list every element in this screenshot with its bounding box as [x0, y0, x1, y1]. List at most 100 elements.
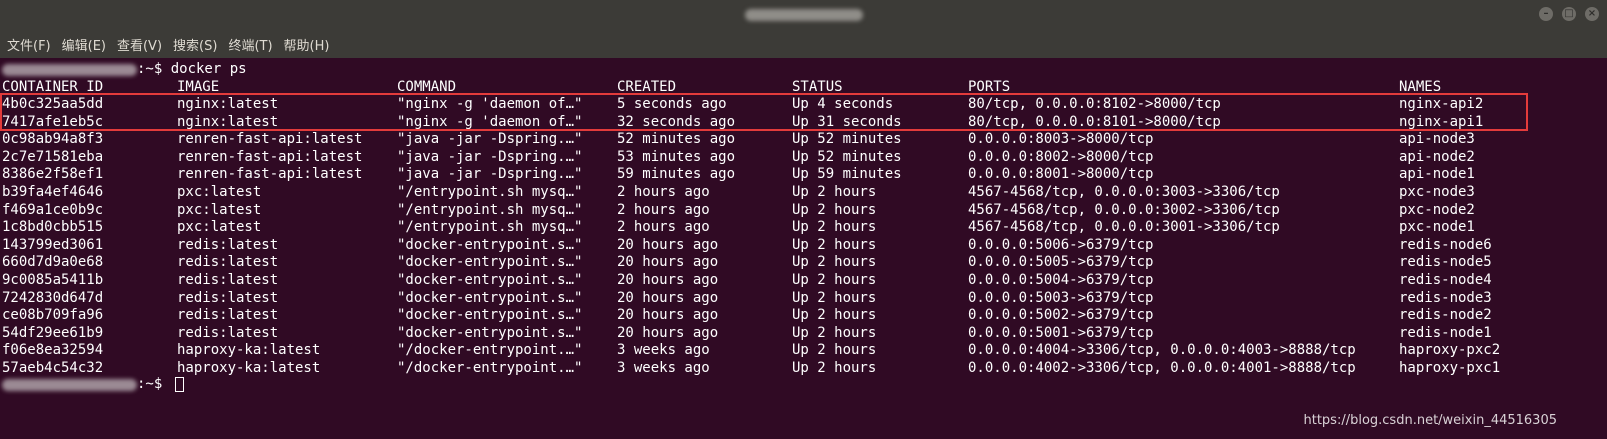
cell-created: 53 minutes ago — [617, 148, 736, 165]
cell-container-id: f06e8ea32594 — [2, 342, 104, 359]
menu-terminal[interactable]: 终端(T) — [228, 35, 272, 54]
menu-file[interactable]: 文件(F) — [7, 35, 51, 54]
cell-command: "docker-entrypoint.s…" — [397, 236, 583, 253]
table-row: 54df29ee61b9 redis:latest "docker-entrypoi… — [0, 325, 1607, 342]
cell-created: 20 hours ago — [617, 324, 719, 341]
cell-names: redis-node4 — [1399, 272, 1492, 288]
command-line: :~$ docker ps — [0, 61, 1607, 78]
prompt-suffix: :~$ — [137, 376, 171, 392]
menu-help[interactable]: 帮助(H) — [284, 35, 330, 54]
cell-status: Up 2 hours — [792, 307, 877, 324]
cell-names: pxc-node2 — [1399, 201, 1475, 218]
cell-container-id: 57aeb4c54c32 — [2, 360, 104, 376]
final-prompt-line: :~$ — [0, 376, 1607, 393]
menu-edit[interactable]: 编辑(E) — [62, 35, 106, 54]
table-row: 57aeb4c54c32 haproxy-ka:latest "/docker-en… — [0, 360, 1607, 377]
cell-command: "docker-entrypoint.s…" — [397, 307, 583, 324]
cell-names: redis-node6 — [1399, 236, 1492, 253]
cell-ports: 0.0.0.0:4004->3306/tcp, 0.0.0.0:4003->88… — [968, 342, 1356, 359]
cell-container-id: 0c98ab94a8f3 — [2, 131, 104, 148]
table-row: 9c0085a5411b redis:latest "docker-entrypoi… — [0, 272, 1607, 289]
table-row: b39fa4ef4646 pxc:latest "/entrypoint.sh my… — [0, 184, 1607, 201]
cell-container-id: 9c0085a5411b — [2, 272, 104, 288]
cell-created: 59 minutes ago — [617, 166, 736, 183]
cell-status: Up 2 hours — [792, 342, 877, 359]
cell-ports: 0.0.0.0:5002->6379/tcp — [968, 307, 1154, 324]
table-row: 1c8bd0cbb515 pxc:latest "/entrypoint.sh my… — [0, 219, 1607, 236]
cell-image: redis:latest — [177, 254, 279, 271]
window-titlebar[interactable]: – □ × — [0, 0, 1607, 30]
cell-created: 20 hours ago — [617, 236, 719, 253]
cell-container-id: 143799ed3061 — [2, 236, 104, 253]
menu-search[interactable]: 搜索(S) — [173, 35, 217, 54]
cell-status: Up 2 hours — [792, 184, 877, 200]
terminal-area[interactable]: :~$ docker ps CONTAINER ID IMAGE COMMAND… — [0, 58, 1607, 439]
table-row: 0c98ab94a8f3 renren-fast-api:latest "java … — [0, 131, 1607, 148]
cell-container-id: 8386e2f58ef1 — [2, 166, 104, 183]
cell-command: "/entrypoint.sh mysq…" — [397, 184, 583, 200]
text-cursor — [174, 377, 184, 392]
close-icon[interactable]: × — [1585, 7, 1599, 21]
cell-created: 20 hours ago — [617, 289, 719, 306]
cell-names: redis-node2 — [1399, 307, 1492, 324]
cell-names: pxc-node3 — [1399, 184, 1475, 200]
cell-container-id: 660d7d9a0e68 — [2, 254, 104, 271]
cell-status: Up 2 hours — [792, 289, 877, 306]
cell-created: 3 weeks ago — [617, 342, 710, 359]
cell-image: renren-fast-api:latest — [177, 131, 363, 148]
cell-names: pxc-node1 — [1399, 219, 1475, 236]
cell-status: Up 2 hours — [792, 219, 877, 236]
cell-created: 2 hours ago — [617, 184, 710, 200]
cell-status: Up 59 minutes — [792, 166, 902, 183]
cell-status: Up 52 minutes — [792, 148, 902, 165]
cell-image: redis:latest — [177, 324, 279, 341]
command-text: docker ps — [170, 61, 247, 77]
window-title-redacted — [744, 9, 863, 21]
cell-image: redis:latest — [177, 272, 279, 288]
cell-image: redis:latest — [177, 236, 279, 253]
table-row: 660d7d9a0e68 redis:latest "docker-entrypoi… — [0, 254, 1607, 271]
cell-status: Up 2 hours — [792, 201, 877, 218]
cell-container-id: 54df29ee61b9 — [2, 324, 104, 341]
cell-ports: 0.0.0.0:8002->8000/tcp — [968, 148, 1154, 165]
cell-command: "java -jar -Dspring.…" — [397, 131, 583, 148]
cell-names: api-node2 — [1399, 148, 1475, 165]
cell-ports: 4567-4568/tcp, 0.0.0.0:3003->3306/tcp — [968, 184, 1280, 200]
table-row: f06e8ea32594 haproxy-ka:latest "/docker-en… — [0, 342, 1607, 359]
cell-created: 2 hours ago — [617, 219, 710, 236]
watermark: https://blog.csdn.net/weixin_44516305 — [1303, 413, 1557, 428]
cell-ports: 0.0.0.0:5006->6379/tcp — [968, 236, 1154, 253]
redacted-username — [2, 378, 137, 391]
cell-image: haproxy-ka:latest — [177, 360, 321, 376]
cell-status: Up 2 hours — [792, 236, 877, 253]
cell-ports: 0.0.0.0:8003->8000/tcp — [968, 131, 1154, 148]
cell-created: 20 hours ago — [617, 272, 719, 288]
cell-created: 52 minutes ago — [617, 131, 736, 148]
cell-container-id: 7242830d647d — [2, 289, 104, 306]
cell-container-id: 1c8bd0cbb515 — [2, 219, 104, 236]
cell-names: redis-node1 — [1399, 324, 1492, 341]
cell-command: "/docker-entrypoint.…" — [397, 360, 583, 376]
cell-image: renren-fast-api:latest — [177, 166, 363, 183]
cell-created: 3 weeks ago — [617, 360, 710, 376]
cell-ports: 0.0.0.0:8001->8000/tcp — [968, 166, 1154, 183]
cell-ports: 0.0.0.0:5005->6379/tcp — [968, 254, 1154, 271]
cell-image: redis:latest — [177, 307, 279, 324]
window-controls: – □ × — [1539, 7, 1599, 21]
cell-container-id: b39fa4ef4646 — [2, 184, 104, 200]
redacted-username — [2, 63, 137, 76]
cell-ports: 0.0.0.0:4002->3306/tcp, 0.0.0.0:4001->88… — [968, 360, 1356, 376]
table-row: 8386e2f58ef1 renren-fast-api:latest "java … — [0, 166, 1607, 183]
menu-view[interactable]: 查看(V) — [117, 35, 162, 54]
cell-command: "docker-entrypoint.s…" — [397, 289, 583, 306]
maximize-icon[interactable]: □ — [1562, 7, 1576, 21]
cell-command: "docker-entrypoint.s…" — [397, 324, 583, 341]
cell-names: haproxy-pxc1 — [1399, 360, 1501, 376]
cell-command: "java -jar -Dspring.…" — [397, 166, 583, 183]
minimize-icon[interactable]: – — [1539, 7, 1553, 21]
cell-status: Up 52 minutes — [792, 131, 902, 148]
cell-ports: 0.0.0.0:5003->6379/tcp — [968, 289, 1154, 306]
cell-image: pxc:latest — [177, 184, 262, 200]
cell-command: "java -jar -Dspring.…" — [397, 148, 583, 165]
highlight-box — [0, 93, 1528, 131]
